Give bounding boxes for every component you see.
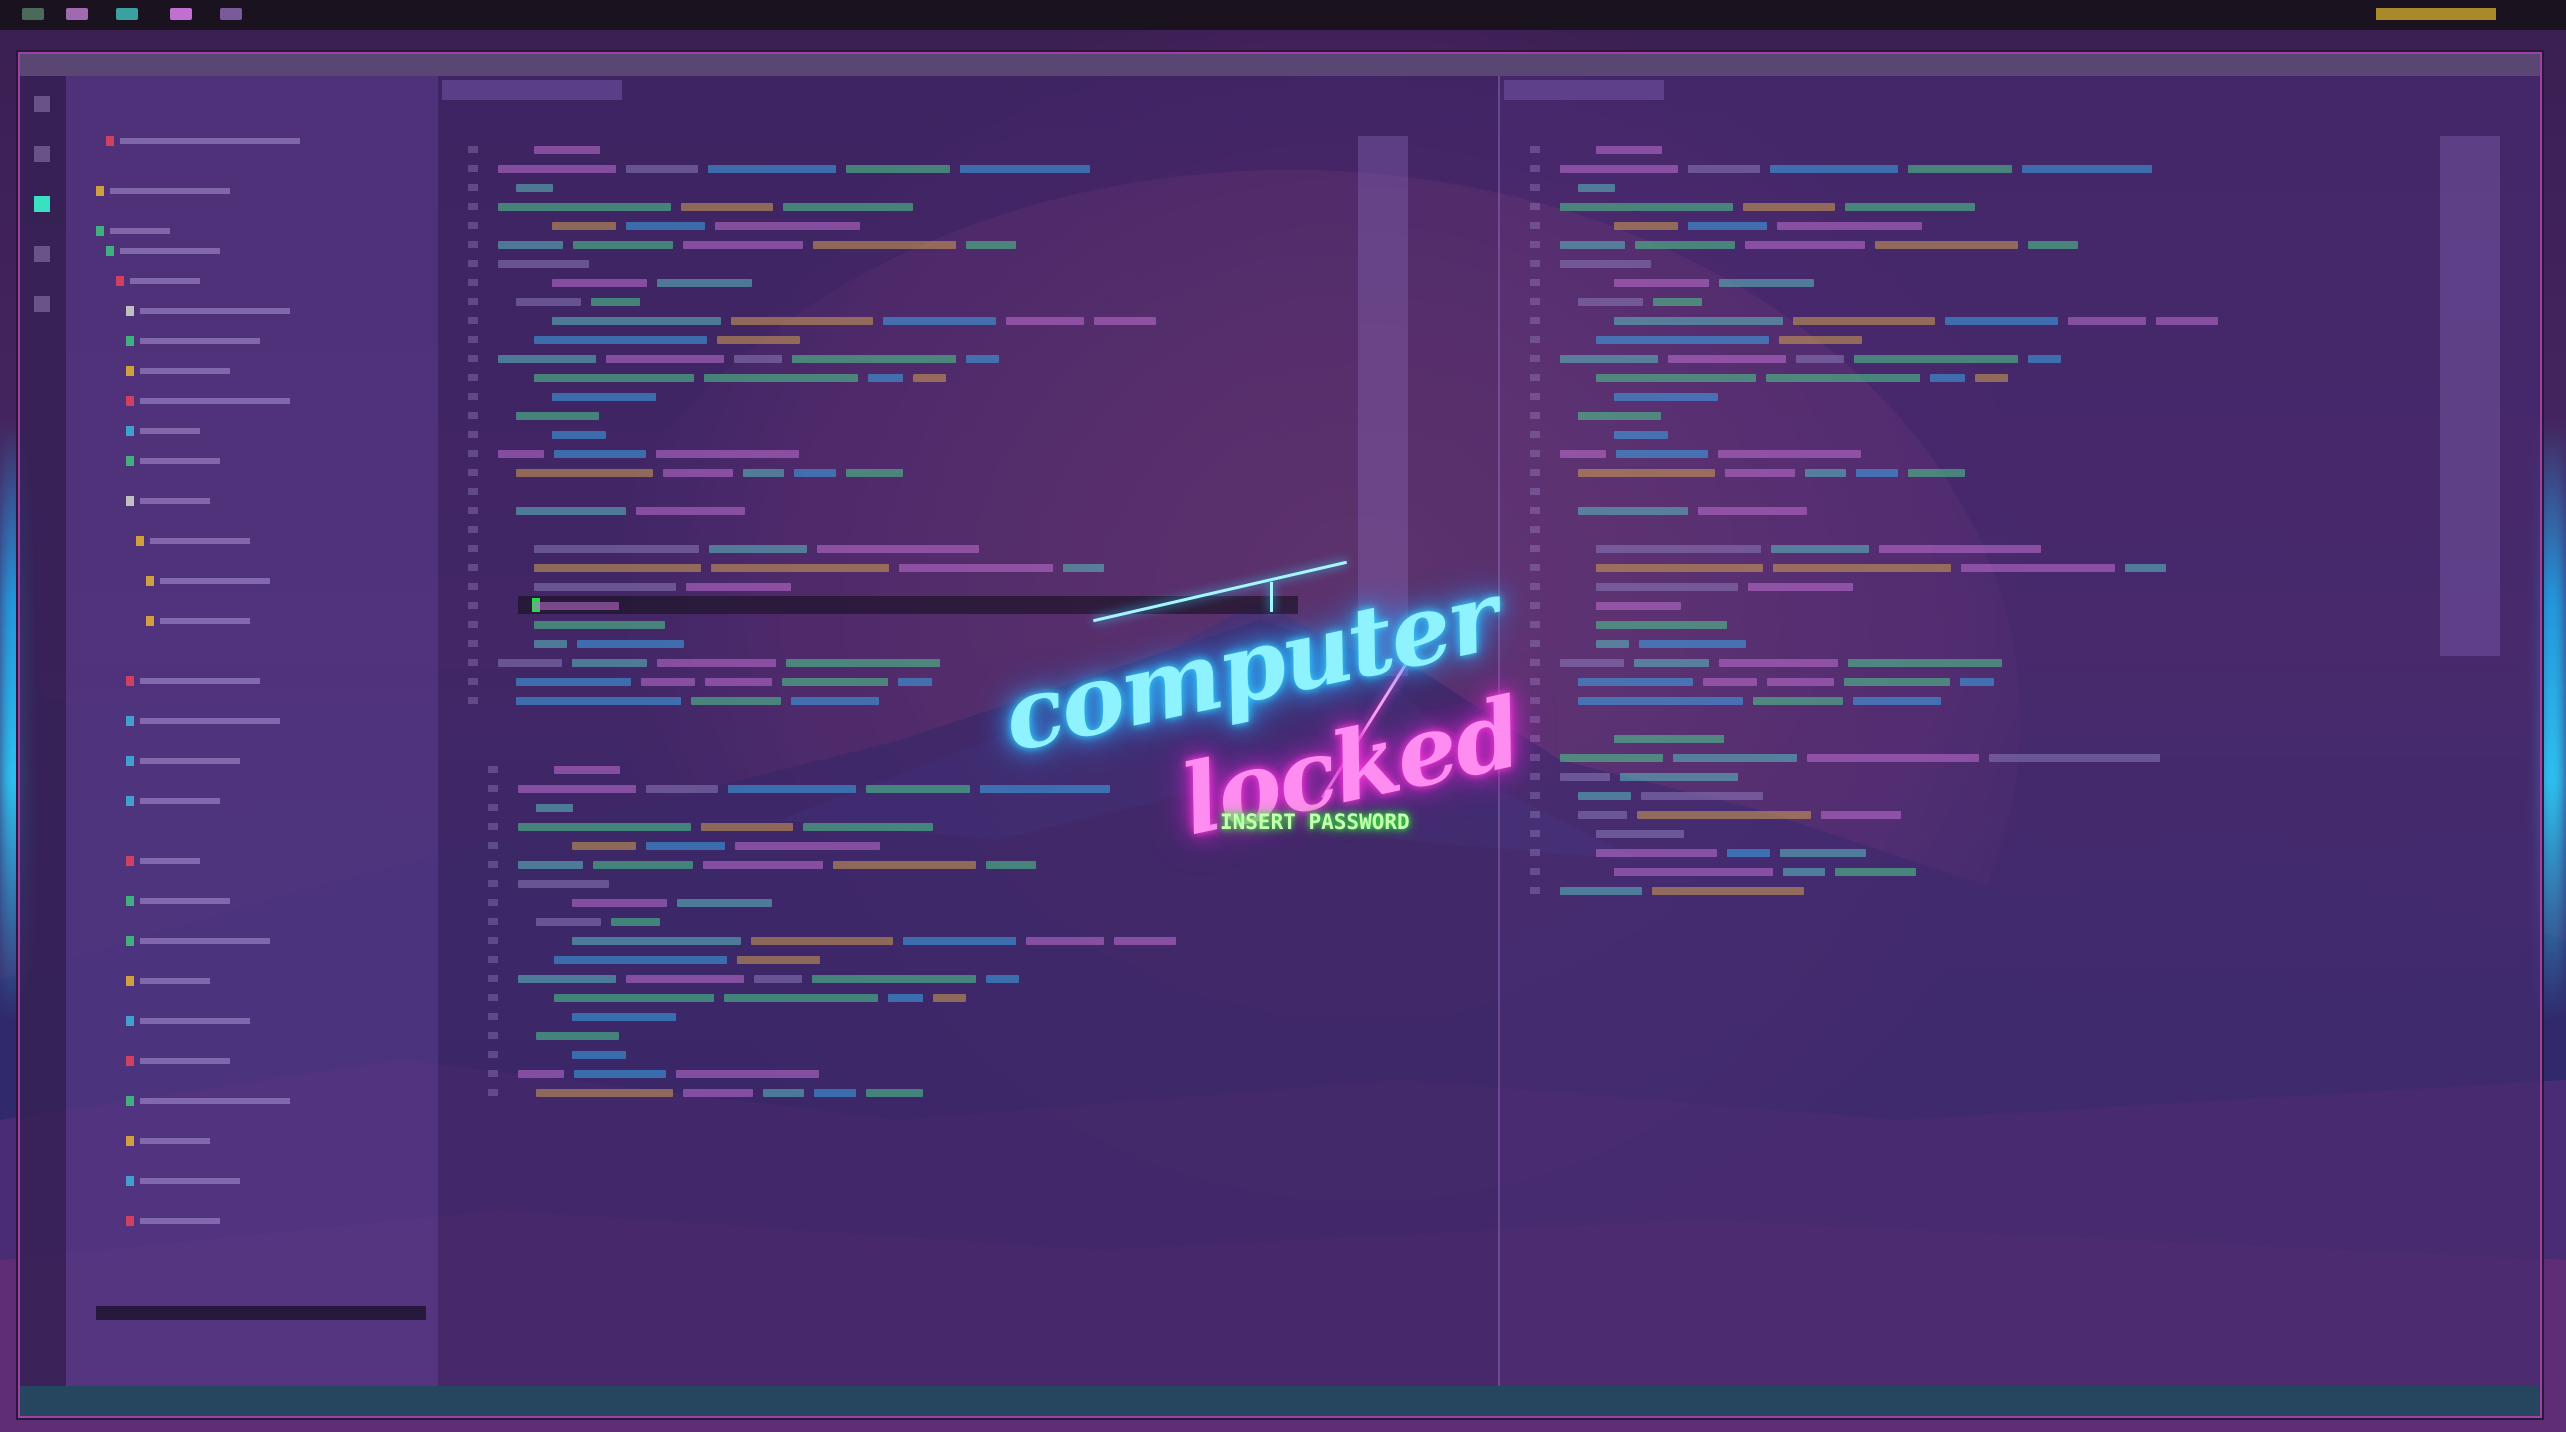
password-prompt: INSERT PASSWORD bbox=[1220, 810, 1410, 834]
password-input[interactable] bbox=[1220, 845, 1424, 871]
lock-screen: computer locked INSERT PASSWORD bbox=[0, 0, 2566, 1432]
